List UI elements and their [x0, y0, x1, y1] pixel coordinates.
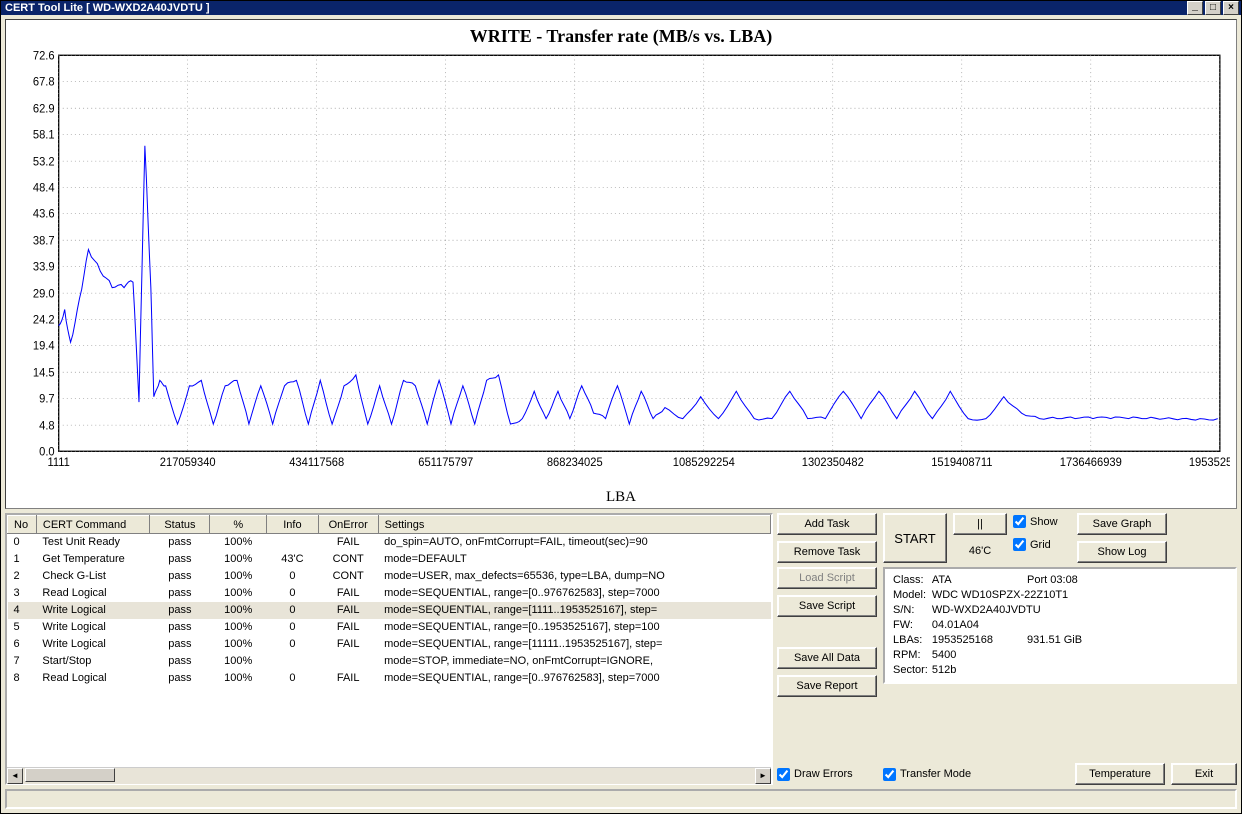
transfer-mode-checkbox[interactable]: Transfer Mode — [883, 768, 1003, 781]
svg-text:62.9: 62.9 — [33, 103, 55, 115]
svg-text:9.7: 9.7 — [39, 393, 54, 405]
svg-text:19.4: 19.4 — [33, 341, 55, 353]
svg-text:29.0: 29.0 — [33, 288, 55, 300]
col-header[interactable]: OnError — [318, 516, 378, 534]
save-all-data-button[interactable]: Save All Data — [777, 647, 877, 669]
table-row[interactable]: 8Read Logicalpass100%0FAILmode=SEQUENTIA… — [8, 670, 771, 687]
table-row[interactable]: 4Write Logicalpass100%0FAILmode=SEQUENTI… — [8, 602, 771, 619]
minimize-icon[interactable]: _ — [1187, 1, 1203, 15]
svg-text:1519408711: 1519408711 — [931, 457, 992, 469]
col-header[interactable]: % — [210, 516, 267, 534]
col-header[interactable]: No — [8, 516, 37, 534]
svg-text:434117568: 434117568 — [289, 457, 344, 469]
horizontal-scrollbar[interactable]: ◄ ► — [7, 767, 771, 783]
add-task-button[interactable]: Add Task — [777, 513, 877, 535]
scroll-right-icon[interactable]: ► — [755, 768, 771, 784]
svg-text:868234025: 868234025 — [547, 457, 603, 469]
table-row[interactable]: 1Get Temperaturepass100%43'CCONTmode=DEF… — [8, 551, 771, 568]
start-button[interactable]: START — [883, 513, 947, 563]
save-graph-button[interactable]: Save Graph — [1077, 513, 1167, 535]
svg-text:651175797: 651175797 — [418, 457, 473, 469]
svg-text:43.6: 43.6 — [33, 209, 55, 221]
grid-checkbox[interactable]: Grid — [1013, 538, 1071, 551]
table-row[interactable]: 7Start/Stoppass100%mode=STOP, immediate=… — [8, 653, 771, 670]
svg-text:1085292254: 1085292254 — [673, 457, 735, 469]
svg-text:72.6: 72.6 — [33, 50, 55, 62]
svg-text:24.2: 24.2 — [33, 314, 55, 326]
chart-title: WRITE - Transfer rate (MB/s vs. LBA) — [12, 26, 1230, 47]
svg-text:38.7: 38.7 — [33, 235, 55, 247]
svg-text:1736466939: 1736466939 — [1060, 457, 1122, 469]
table-row[interactable]: 2Check G-Listpass100%0CONTmode=USER, max… — [8, 568, 771, 585]
svg-text:1953525168: 1953525168 — [1189, 457, 1230, 469]
temperature-readout: 46'C — [953, 541, 1007, 557]
col-header[interactable]: Settings — [378, 516, 770, 534]
status-bar — [5, 789, 1237, 809]
titlebar: CERT Tool Lite [ WD-WXD2A40JVDTU ] _ □ × — [1, 1, 1241, 15]
show-log-button[interactable]: Show Log — [1077, 541, 1167, 563]
svg-text:14.5: 14.5 — [33, 367, 55, 379]
draw-errors-checkbox[interactable]: Draw Errors — [777, 768, 877, 781]
table-row[interactable]: 6Write Logicalpass100%0FAILmode=SEQUENTI… — [8, 636, 771, 653]
svg-text:53.2: 53.2 — [33, 156, 55, 168]
svg-text:4.8: 4.8 — [39, 420, 54, 432]
svg-text:33.9: 33.9 — [33, 261, 55, 273]
save-report-button[interactable]: Save Report — [777, 675, 877, 697]
exit-button[interactable]: Exit — [1171, 763, 1237, 785]
remove-task-button[interactable]: Remove Task — [777, 541, 877, 563]
svg-text:1302350482: 1302350482 — [802, 457, 864, 469]
command-table: NoCERT CommandStatus%InfoOnErrorSettings… — [5, 513, 773, 785]
temperature-button[interactable]: Temperature — [1075, 763, 1165, 785]
svg-text:48.4: 48.4 — [33, 182, 55, 194]
chart-panel: WRITE - Transfer rate (MB/s vs. LBA) 0.0… — [5, 19, 1237, 509]
maximize-icon[interactable]: □ — [1205, 1, 1221, 15]
window-title: CERT Tool Lite [ WD-WXD2A40JVDTU ] — [5, 2, 210, 14]
close-icon[interactable]: × — [1223, 1, 1239, 15]
load-script-button[interactable]: Load Script — [777, 567, 877, 589]
svg-text:1111: 1111 — [48, 457, 70, 469]
table-row[interactable]: 0Test Unit Readypass100%FAILdo_spin=AUTO… — [8, 534, 771, 551]
pause-button[interactable]: || — [953, 513, 1007, 535]
save-script-button[interactable]: Save Script — [777, 595, 877, 617]
svg-text:67.8: 67.8 — [33, 77, 55, 89]
drive-info-panel: Class:ATAPort 03:08 Model:WDC WD10SPZX-2… — [883, 567, 1237, 684]
show-checkbox[interactable]: Show — [1013, 515, 1071, 528]
transfer-rate-chart: 0.04.89.714.519.424.229.033.938.743.648.… — [12, 49, 1230, 489]
col-header[interactable]: Status — [150, 516, 210, 534]
chart-xlabel: LBA — [12, 489, 1230, 506]
col-header[interactable]: Info — [267, 516, 319, 534]
col-header[interactable]: CERT Command — [36, 516, 150, 534]
table-row[interactable]: 3Read Logicalpass100%0FAILmode=SEQUENTIA… — [8, 585, 771, 602]
svg-text:58.1: 58.1 — [33, 129, 55, 141]
table-row[interactable]: 5Write Logicalpass100%0FAILmode=SEQUENTI… — [8, 619, 771, 636]
scroll-left-icon[interactable]: ◄ — [7, 768, 23, 784]
svg-text:217059340: 217059340 — [160, 457, 216, 469]
